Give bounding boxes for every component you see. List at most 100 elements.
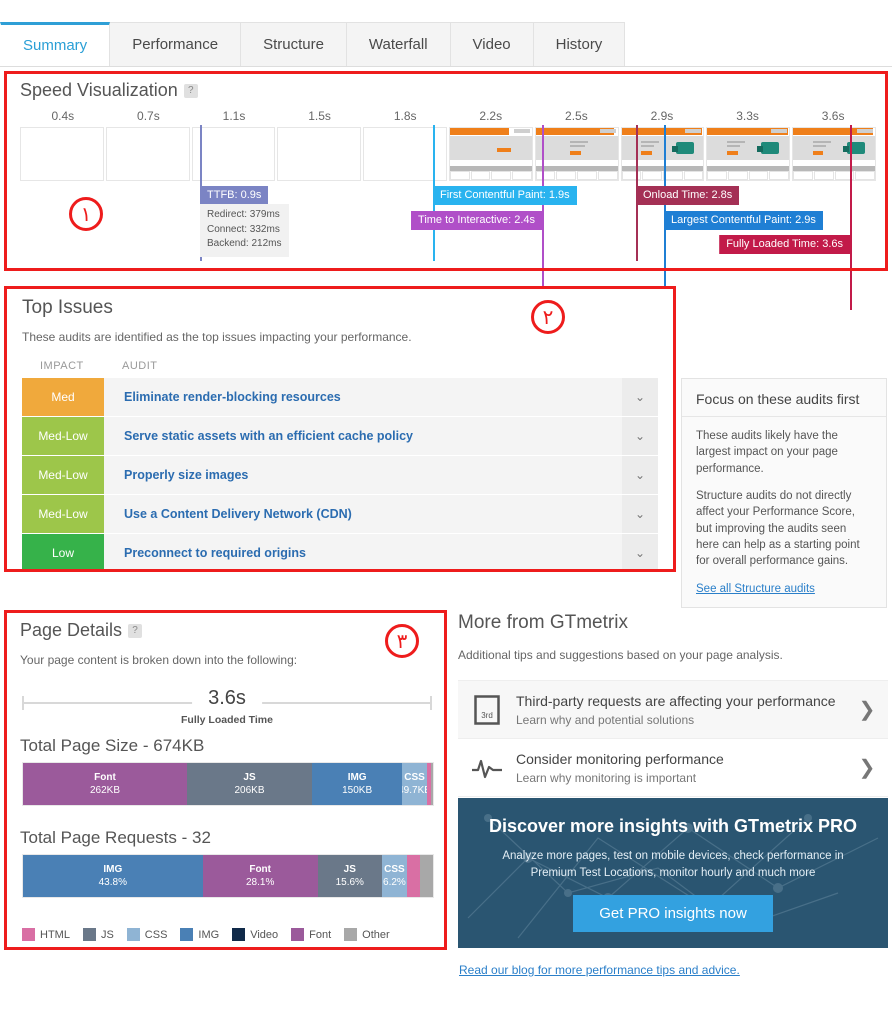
table-row[interactable]: Med Eliminate render-blocking resources … xyxy=(22,378,658,416)
list-item[interactable]: 3rd Third-party requests are affecting y… xyxy=(458,681,888,739)
bar-segment-js[interactable]: JS 206KB xyxy=(187,763,313,805)
filmstrip-frame[interactable] xyxy=(448,127,533,181)
focus-panel-paragraph-2: Structure audits do not directly affect … xyxy=(696,489,860,568)
bar-segment-img[interactable]: IMG 150KB xyxy=(312,763,403,805)
annotation-number-3: ۳ xyxy=(385,624,419,658)
bar-segment-font[interactable]: Font 28.1% xyxy=(202,855,318,897)
filmstrip-frame[interactable] xyxy=(105,127,190,181)
legend-label: IMG xyxy=(198,928,220,941)
table-row[interactable]: Low Preconnect to required origins ⌄ xyxy=(22,534,658,572)
legend-item-video: Video xyxy=(232,928,278,941)
marker-label-fcp[interactable]: First Contentful Paint: 1.9s xyxy=(433,186,577,206)
marker-line-lcp xyxy=(664,125,666,286)
table-row[interactable]: Med-Low Properly size images ⌄ xyxy=(22,456,658,494)
bar-segment-value: 28.1% xyxy=(246,877,275,888)
legend-item-font: Font xyxy=(291,928,331,941)
audit-link[interactable]: Properly size images xyxy=(104,456,622,494)
tick-label: 2.9s xyxy=(650,109,674,123)
chevron-down-icon[interactable]: ⌄ xyxy=(622,417,658,455)
audit-link[interactable]: Serve static assets with an efficient ca… xyxy=(104,417,622,455)
impact-badge: Med-Low xyxy=(22,495,104,533)
annotation-number-2: ۲ xyxy=(531,300,565,334)
chevron-down-icon[interactable]: ⌄ xyxy=(622,456,658,494)
tip-subtitle: Learn why and potential solutions xyxy=(516,712,695,727)
filmstrip-frame[interactable] xyxy=(792,127,876,181)
legend-swatch xyxy=(291,928,305,941)
help-icon[interactable]: ? xyxy=(183,84,198,98)
see-all-structure-audits-link[interactable]: See all Structure audits xyxy=(682,583,886,595)
tab-video[interactable]: Video xyxy=(450,22,534,66)
impact-label: Med-Low xyxy=(38,468,88,482)
bar-segment-value: 43.8% xyxy=(98,877,127,888)
bar-segment-value: 262KB xyxy=(89,785,121,796)
chevron-right-icon[interactable]: ❯ xyxy=(846,755,888,780)
page-details-subtitle: Your page content is broken down into th… xyxy=(20,653,298,667)
legend-item-img: IMG xyxy=(180,928,219,941)
table-row[interactable]: Med-Low Use a Content Delivery Network (… xyxy=(22,495,658,533)
legend-item-other: Other xyxy=(344,928,390,941)
help-icon[interactable]: ? xyxy=(128,624,143,638)
bar-segment-other[interactable] xyxy=(419,855,433,897)
tick-label: 1.1s xyxy=(222,109,246,123)
bar-segment-value: 150KB xyxy=(342,785,373,796)
bar-segment-js[interactable]: JS 15.6% xyxy=(317,855,382,897)
bar-segment-css[interactable]: CSS 6.2% xyxy=(381,855,408,897)
tab-summary[interactable]: Summary xyxy=(0,22,111,66)
tab-waterfall-label: Waterfall xyxy=(368,36,428,53)
audit-link[interactable]: Eliminate render-blocking resources xyxy=(104,378,622,416)
bar-segment-value: 6.2% xyxy=(383,877,406,888)
bar-segment-font[interactable]: Font 262KB xyxy=(23,763,187,805)
ttfb-detail: Redirect: 379ms Connect: 332ms Backend: … xyxy=(200,204,289,257)
tab-waterfall[interactable]: Waterfall xyxy=(346,22,451,66)
legend-item-css: CSS xyxy=(126,928,168,941)
marker-label-fully-loaded[interactable]: Fully Loaded Time: 3.6s xyxy=(719,235,850,255)
filmstrip-frame[interactable] xyxy=(191,127,276,181)
marker-line-fully-loaded xyxy=(850,125,852,310)
tip-text: Third-party requests are affecting your … xyxy=(516,693,846,727)
page-details-section: Page Details? Your page content is broke… xyxy=(4,610,447,950)
legend-label: CSS xyxy=(144,928,168,941)
chevron-down-icon[interactable]: ⌄ xyxy=(622,495,658,533)
filmstrip-frame[interactable] xyxy=(277,127,362,181)
tab-history[interactable]: History xyxy=(533,22,626,66)
page-size-stacked-bar: Font 262KB JS 206KB IMG 150KB CSS 49.7KB xyxy=(22,762,434,806)
tab-performance[interactable]: Performance xyxy=(110,22,242,66)
column-header-impact: IMPACT xyxy=(40,360,84,372)
bar-segment-label: Font xyxy=(249,864,271,875)
chevron-right-icon[interactable]: ❯ xyxy=(846,697,888,722)
marker-label-lcp[interactable]: Largest Contentful Paint: 2.9s xyxy=(664,211,823,231)
table-row[interactable]: Med-Low Serve static assets with an effi… xyxy=(22,417,658,455)
page-details-legend: HTML JS CSS IMG Video Font Other xyxy=(22,928,442,941)
marker-label-ttfb[interactable]: TTFB: 0.9s xyxy=(200,186,269,206)
get-pro-insights-button[interactable]: Get PRO insights now xyxy=(573,895,773,933)
more-title: More from GTmetrix xyxy=(458,612,628,633)
bar-segment-other[interactable] xyxy=(430,763,433,805)
bar-segment-html[interactable] xyxy=(407,855,420,897)
page-size-heading: Total Page Size - 674KB xyxy=(20,736,205,755)
bar-segment-label: IMG xyxy=(103,864,123,875)
bar-segment-label: CSS xyxy=(404,772,425,783)
filmstrip-frame[interactable] xyxy=(534,127,619,181)
list-item[interactable]: Consider monitoring performance Learn wh… xyxy=(458,739,888,797)
top-issues-title: Top Issues xyxy=(22,297,113,318)
marker-label-tti[interactable]: Time to Interactive: 2.4s xyxy=(411,211,542,231)
filmstrip-frame[interactable] xyxy=(620,127,705,181)
marker-label-onload[interactable]: Onload Time: 2.8s xyxy=(636,186,740,206)
bar-segment-img[interactable]: IMG 43.8% xyxy=(23,855,203,897)
tab-history-label: History xyxy=(555,36,603,53)
filmstrip-frame[interactable] xyxy=(20,127,104,181)
tick-label: 1.5s xyxy=(308,109,331,123)
blog-link[interactable]: Read our blog for more performance tips … xyxy=(459,963,740,977)
tip-subtitle: Learn why monitoring is important xyxy=(516,770,697,785)
audit-link[interactable]: Preconnect to required origins xyxy=(104,534,622,572)
bar-segment-value: 49.7KB xyxy=(402,785,427,796)
tab-structure[interactable]: Structure xyxy=(241,22,347,66)
filmstrip-frame[interactable] xyxy=(706,127,791,181)
legend-swatch xyxy=(82,928,96,941)
chevron-down-icon[interactable]: ⌄ xyxy=(622,534,658,572)
bar-segment-css[interactable]: CSS 49.7KB xyxy=(402,763,427,805)
chevron-down-icon[interactable]: ⌄ xyxy=(622,378,658,416)
tick-label: 2.5s xyxy=(565,109,588,123)
speed-visualization-title-text: Speed Visualization xyxy=(20,80,178,100)
audit-link[interactable]: Use a Content Delivery Network (CDN) xyxy=(104,495,622,533)
